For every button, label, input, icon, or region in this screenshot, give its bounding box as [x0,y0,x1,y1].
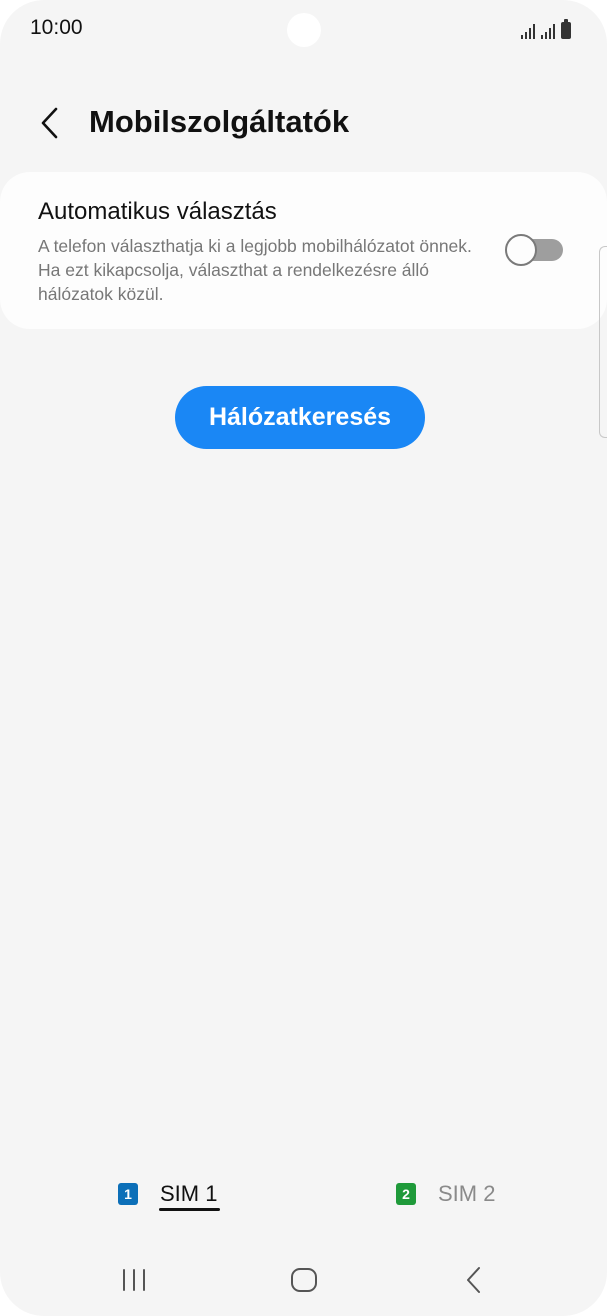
back-icon [467,1267,480,1293]
recents-icon [123,1269,145,1291]
battery-icon [561,19,571,39]
home-button[interactable] [264,1250,344,1310]
camera-cutout [287,13,321,47]
sim-1-label: SIM 1 [160,1181,218,1206]
navigation-bar [0,1250,607,1310]
chevron-left-icon [41,107,58,139]
auto-select-title: Automatikus választás [38,198,277,225]
home-icon [291,1268,317,1292]
back-button[interactable] [28,98,72,148]
tab-sim-2[interactable]: 2 SIM 2 [396,1172,495,1216]
app-header: Mobilszolgáltatók [0,90,607,156]
system-back-button[interactable] [434,1250,514,1310]
status-time: 10:00 [30,16,83,39]
recents-button[interactable] [94,1250,174,1310]
toggle-knob [505,234,537,266]
sim-1-badge: 1 [118,1183,138,1205]
status-bar: 10:00 [0,0,607,60]
sim-2-label: SIM 2 [438,1181,496,1206]
status-icons [521,19,571,39]
auto-select-toggle[interactable] [505,233,565,267]
sim-2-badge: 2 [396,1183,416,1205]
page-title: Mobilszolgáltatók [89,104,350,139]
network-search-button[interactable]: Hálózatkeresés [175,386,425,449]
signal-icon [521,21,535,39]
auto-select-card[interactable]: Automatikus választás A telefon választh… [0,172,607,329]
phone-screen: 10:00 Mobilszolgáltatók Automatikus vála… [0,0,607,1316]
sim-1-selected-indicator [159,1208,220,1211]
auto-select-description: A telefon választhatja ki a legjobb mobi… [38,236,472,304]
scroll-indicator [599,246,607,438]
signal-icon [541,21,555,39]
